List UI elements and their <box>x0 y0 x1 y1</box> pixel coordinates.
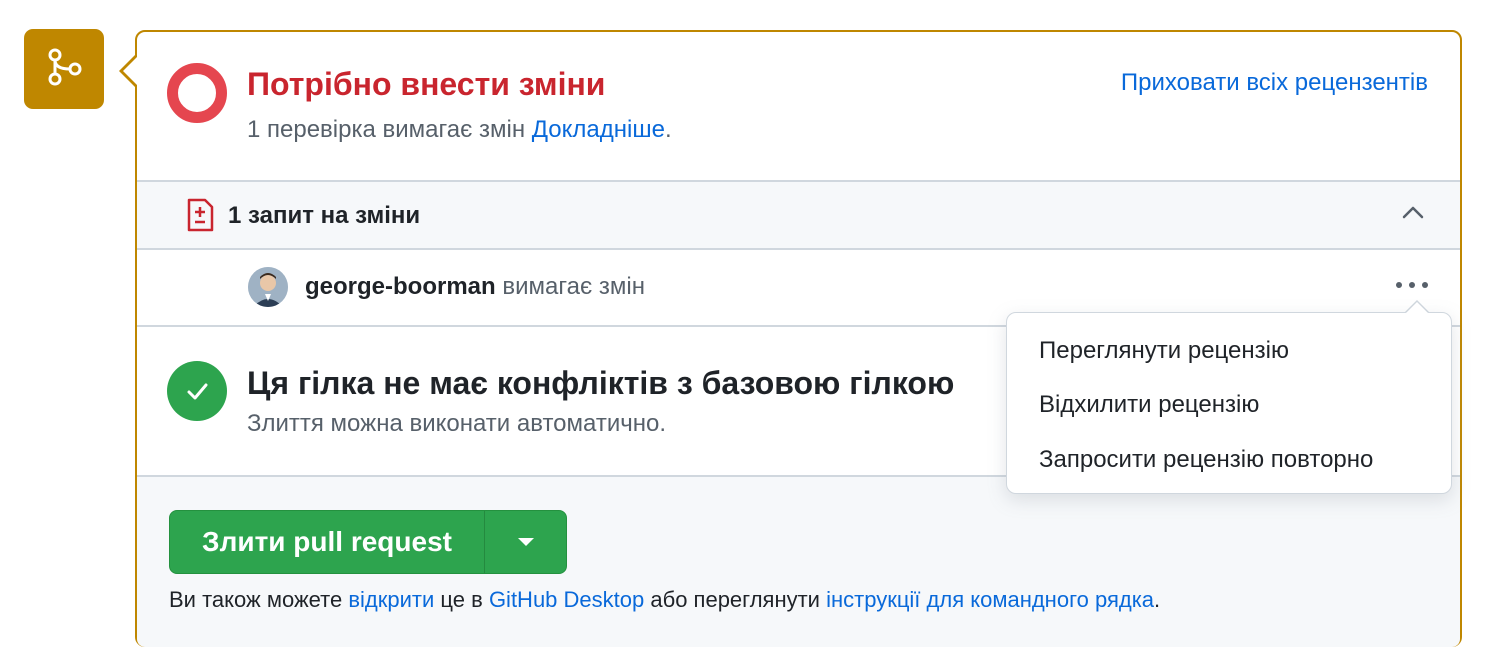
merge-pull-request-button[interactable]: Злити pull request <box>170 511 485 573</box>
no-conflicts-title: Ця гілка не має конфліктів з базовою гіл… <box>247 365 955 401</box>
status-title: Потрібно внести зміни <box>247 66 606 102</box>
panel-pointer-fill <box>123 57 137 85</box>
merge-button-group: Злити pull request <box>169 510 567 574</box>
merge-options-button[interactable] <box>485 511 566 573</box>
reviewer-line: george-boorman вимагає змін <box>305 273 645 301</box>
check-icon <box>167 361 227 421</box>
kebab-horizontal-icon[interactable] <box>1392 270 1432 300</box>
status-subtitle-text: 1 перевірка вимагає змін <box>247 116 526 143</box>
git-merge-icon <box>42 45 86 94</box>
hide-reviewers-link[interactable]: Приховати всіх рецензентів <box>1121 69 1428 97</box>
changes-requested-icon <box>167 63 227 123</box>
reviewer-action: вимагає змін <box>502 273 645 300</box>
kebab-dot <box>1409 282 1415 288</box>
menu-item-dismiss-review[interactable]: Відхилити рецензію <box>1039 391 1259 419</box>
kebab-dot <box>1422 282 1428 288</box>
merge-status-badge <box>24 29 104 109</box>
chevron-up-icon[interactable] <box>1400 202 1426 227</box>
avatar[interactable] <box>248 267 288 307</box>
merge-section: Злити pull request Ви також можете відкр… <box>137 477 1460 647</box>
no-conflicts-subtitle: Злиття можна виконати автоматично. <box>247 410 667 437</box>
status-period: . <box>664 116 672 143</box>
alt-mid2: або переглянути <box>650 587 820 612</box>
github-desktop-link[interactable]: GitHub Desktop <box>489 587 644 612</box>
alt-suffix: . <box>1154 587 1161 612</box>
command-line-instructions-link[interactable]: інструкції для командного рядка <box>826 587 1154 612</box>
file-diff-icon <box>185 198 215 237</box>
alt-mid1: це в <box>440 587 483 612</box>
reviewer-name[interactable]: george-boorman <box>305 273 496 300</box>
change-requests-header[interactable]: 1 запит на зміни <box>137 180 1460 250</box>
open-link[interactable]: відкрити <box>348 587 434 612</box>
status-subtitle: 1 перевірка вимагає змін Докладніше. <box>247 116 672 144</box>
review-actions-menu: Переглянути рецензію Відхилити рецензію … <box>1006 312 1452 494</box>
menu-item-re-request-review[interactable]: Запросити рецензію повторно <box>1039 446 1373 474</box>
menu-arrow-fill <box>1406 302 1428 313</box>
kebab-dot <box>1396 282 1402 288</box>
learn-more-link[interactable]: Докладніше <box>532 116 665 143</box>
menu-item-view-review[interactable]: Переглянути рецензію <box>1039 337 1289 365</box>
alternative-actions-text: Ви також можете відкрити це в GitHub Des… <box>169 587 1160 613</box>
change-requests-label: 1 запит на зміни <box>228 202 421 229</box>
triangle-down-icon <box>517 538 534 546</box>
alt-prefix: Ви також можете <box>169 587 343 612</box>
review-status-section: Потрібно внести зміни 1 перевірка вимага… <box>137 32 1460 180</box>
